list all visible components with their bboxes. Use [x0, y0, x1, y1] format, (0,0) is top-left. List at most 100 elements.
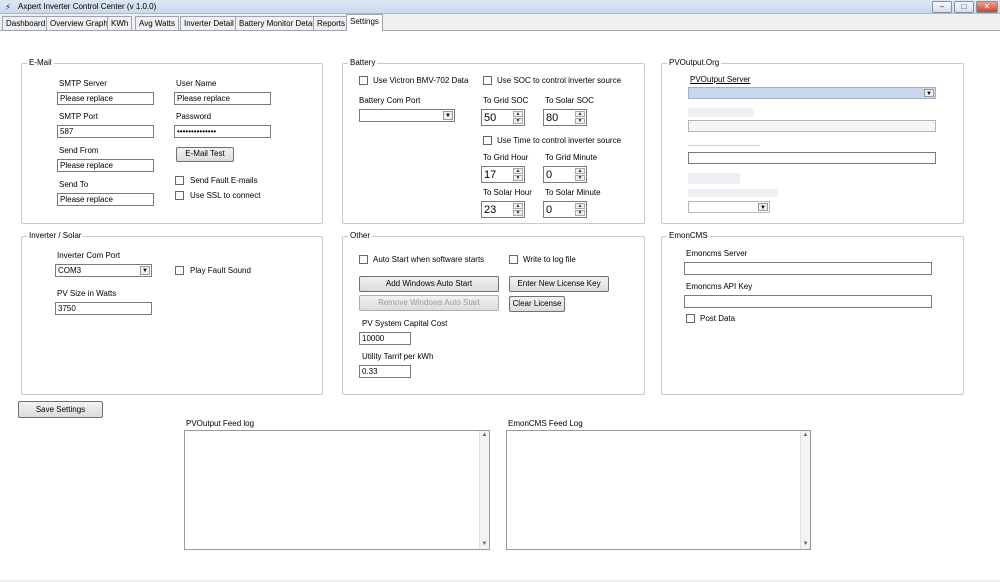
email-group: E-Mail SMTP Server Please replace SMTP P… — [21, 58, 323, 224]
spin-up-icon[interactable]: ▲ — [513, 111, 523, 117]
spin-down-icon[interactable]: ▼ — [575, 210, 585, 216]
to-grid-soc-label: To Grid SOC — [483, 96, 529, 105]
send-to-label: Send To — [59, 180, 89, 189]
pv-size-label: PV Size in Watts — [57, 289, 117, 298]
emoncms-feed-log[interactable]: ▲ ▼ — [506, 430, 811, 550]
capital-cost-input[interactable]: 10000 — [359, 332, 411, 345]
remove-auto-start-button[interactable]: Remove Windows Auto Start — [359, 295, 499, 311]
divider — [688, 145, 760, 146]
auto-start-checkbox[interactable] — [359, 255, 368, 264]
chevron-down-icon[interactable]: ▼ — [924, 89, 934, 97]
tab-strip: Dashboard Overview Graph KWh Avg Watts I… — [0, 14, 1000, 31]
scroll-up-icon[interactable]: ▲ — [480, 431, 489, 440]
emoncms-api-key-input[interactable] — [684, 295, 932, 308]
emoncms-group: EmonCMS Emoncms Server Emoncms API Key P… — [661, 231, 964, 395]
settings-panel: E-Mail SMTP Server Please replace SMTP P… — [0, 31, 1000, 580]
minimize-button[interactable]: – — [932, 1, 952, 13]
add-auto-start-button[interactable]: Add Windows Auto Start — [359, 276, 499, 292]
chevron-down-icon[interactable]: ▼ — [443, 111, 453, 120]
scroll-down-icon[interactable]: ▼ — [480, 540, 489, 549]
tab-dashboard[interactable]: Dashboard — [2, 16, 50, 30]
send-fault-emails-checkbox[interactable] — [175, 176, 184, 185]
spin-down-icon[interactable]: ▼ — [575, 175, 585, 181]
inverter-com-port-select[interactable]: COM3 ▼ — [55, 264, 152, 277]
tab-kwh[interactable]: KWh — [107, 16, 133, 30]
tab-avg-watts[interactable]: Avg Watts — [135, 16, 180, 30]
smtp-port-input[interactable]: 587 — [57, 125, 154, 138]
username-label: User Name — [176, 79, 217, 88]
to-solar-hour-value: 23 — [484, 204, 497, 216]
save-settings-button[interactable]: Save Settings — [18, 401, 103, 418]
spin-up-icon[interactable]: ▲ — [575, 168, 585, 174]
post-data-checkbox[interactable] — [686, 314, 695, 323]
tab-reports[interactable]: Reports — [313, 16, 350, 30]
password-label: Password — [176, 112, 212, 121]
use-soc-checkbox[interactable] — [483, 76, 492, 85]
to-grid-minute-stepper[interactable]: 0 ▲ ▼ — [543, 166, 587, 183]
spin-up-icon[interactable]: ▲ — [575, 203, 585, 209]
clear-license-button[interactable]: Clear License — [509, 296, 565, 312]
spin-up-icon[interactable]: ▲ — [513, 168, 523, 174]
to-solar-minute-value: 0 — [546, 204, 553, 216]
username-input[interactable]: Please replace — [174, 92, 271, 105]
enter-license-key-button[interactable]: Enter New License Key — [509, 276, 609, 292]
tab-battery-monitor-detail[interactable]: Battery Monitor Detail — [235, 16, 320, 30]
smtp-server-input[interactable]: Please replace — [57, 92, 154, 105]
chevron-down-icon[interactable]: ▼ — [140, 266, 150, 275]
auto-start-label: Auto Start when software starts — [373, 255, 485, 264]
to-solar-hour-stepper[interactable]: 23 ▲ ▼ — [481, 201, 525, 218]
use-soc-label: Use SOC to control inverter source — [497, 76, 622, 85]
play-fault-sound-checkbox[interactable] — [175, 266, 184, 275]
pvoutput-server-select[interactable]: ▼ — [688, 87, 936, 99]
spin-down-icon[interactable]: ▼ — [513, 175, 523, 181]
victron-label: Use Victron BMV-702 Data — [373, 76, 469, 85]
password-input[interactable]: •••••••••••••• — [174, 125, 271, 138]
write-log-checkbox[interactable] — [509, 255, 518, 264]
to-solar-minute-stepper[interactable]: 0 ▲ ▼ — [543, 201, 587, 218]
email-test-button[interactable]: E-Mail Test — [176, 147, 234, 162]
capital-cost-label: PV System Capital Cost — [362, 319, 448, 328]
spin-down-icon[interactable]: ▼ — [513, 210, 523, 216]
pvoutput-feed-log[interactable]: ▲ ▼ — [184, 430, 490, 550]
maximize-button[interactable]: □ — [954, 1, 974, 13]
tab-settings[interactable]: Settings — [346, 14, 383, 31]
to-solar-minute-label: To Solar Minute — [545, 188, 601, 197]
pvoutput-stepper[interactable]: ▼ — [688, 201, 770, 213]
spin-down-icon[interactable]: ▼ — [575, 118, 585, 124]
battery-com-port-select[interactable]: ▼ — [359, 109, 455, 122]
victron-checkbox[interactable] — [359, 76, 368, 85]
pv-size-input[interactable]: 3750 — [55, 302, 152, 315]
pvoutput-group-title: PVOutput.Org — [667, 58, 722, 68]
battery-group: Battery Use Victron BMV-702 Data Use SOC… — [342, 58, 645, 224]
tab-overview-graph[interactable]: Overview Graph — [46, 16, 112, 30]
spin-icon[interactable]: ▼ — [758, 203, 768, 211]
send-to-input[interactable]: Please replace — [57, 193, 154, 206]
pvoutput-field[interactable] — [688, 152, 936, 164]
use-time-checkbox[interactable] — [483, 136, 492, 145]
close-button[interactable]: ✕ — [976, 1, 998, 13]
use-ssl-checkbox[interactable] — [175, 191, 184, 200]
to-solar-soc-stepper[interactable]: 80 ▲ ▼ — [543, 109, 587, 126]
pvoutput-hidden-field — [688, 173, 740, 184]
to-grid-hour-stepper[interactable]: 17 ▲ ▼ — [481, 166, 525, 183]
to-solar-soc-label: To Solar SOC — [545, 96, 594, 105]
spin-up-icon[interactable]: ▲ — [513, 203, 523, 209]
scrollbar[interactable]: ▲ ▼ — [479, 431, 489, 549]
inverter-solar-group: Inverter / Solar Inverter Com Port COM3 … — [21, 231, 323, 395]
inverter-com-port-value: COM3 — [58, 266, 82, 275]
title-bar: ⚡ Axpert Inverter Control Center (v 1.0.… — [0, 0, 1000, 14]
spin-up-icon[interactable]: ▲ — [575, 111, 585, 117]
send-fault-emails-label: Send Fault E-mails — [190, 176, 258, 185]
emoncms-server-input[interactable] — [684, 262, 932, 275]
spin-down-icon[interactable]: ▼ — [513, 118, 523, 124]
scroll-down-icon[interactable]: ▼ — [801, 540, 810, 549]
to-grid-soc-stepper[interactable]: 50 ▲ ▼ — [481, 109, 525, 126]
email-group-title: E-Mail — [27, 58, 54, 68]
scroll-up-icon[interactable]: ▲ — [801, 431, 810, 440]
pvoutput-log-label: PVOutput Feed log — [186, 419, 255, 428]
tariff-input[interactable]: 0.33 — [359, 365, 411, 378]
scrollbar[interactable]: ▲ ▼ — [800, 431, 810, 549]
send-from-input[interactable]: Please replace — [57, 159, 154, 172]
pvoutput-disabled-field[interactable] — [688, 120, 936, 132]
tab-inverter-detail[interactable]: Inverter Detail — [180, 16, 238, 30]
